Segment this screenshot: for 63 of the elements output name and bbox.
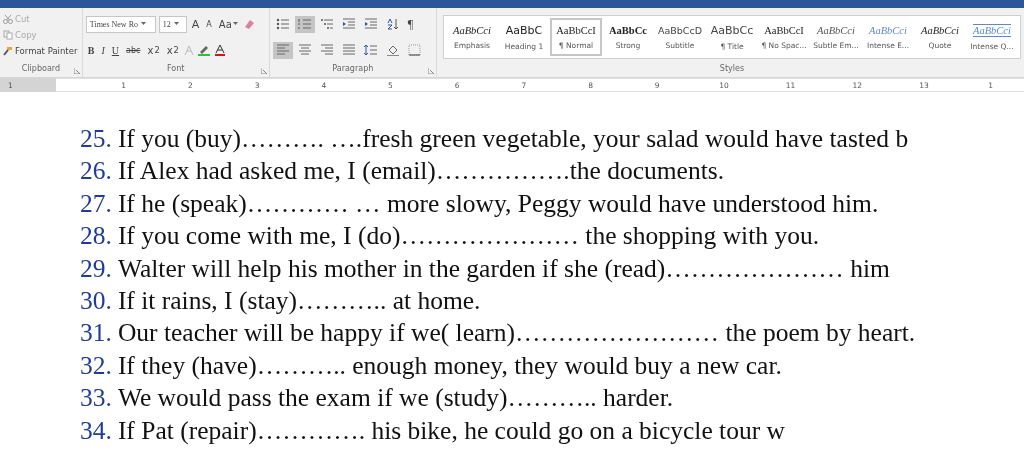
item-number: 27. bbox=[80, 187, 112, 220]
exercise-sentence: If he (speak)………… … more slowy, Peggy would have understood him. bbox=[117, 187, 879, 220]
bullets-icon bbox=[275, 18, 290, 30]
exercise-sentence: If you (buy)………. ….fresh green vegetable, your salad would have tasted b bbox=[117, 123, 909, 155]
item-number: 28. bbox=[80, 220, 112, 253]
exercise-sentence: We would pass the exam if we (study)……….. harder. bbox=[117, 382, 674, 415]
exercise-sentence: If they (have)……….. enough money, they would buy a new car. bbox=[117, 349, 782, 382]
align-center-icon bbox=[297, 44, 312, 56]
line-spacing-icon bbox=[363, 44, 378, 56]
dialog-launcher-icon bbox=[260, 68, 267, 74]
item-number: 29. bbox=[80, 252, 112, 285]
decrease-indent-icon bbox=[341, 18, 356, 30]
item-number: 25. bbox=[80, 123, 112, 155]
item-number: 30. bbox=[80, 285, 112, 318]
exercise-sentence: Our teacher will be happy if we( learn)…………………… the poem by heart. bbox=[117, 317, 916, 350]
italic-button[interactable]: I bbox=[99, 42, 107, 58]
bold-button[interactable]: B bbox=[85, 42, 97, 58]
dialog-launcher-icon bbox=[428, 68, 434, 74]
justify-icon bbox=[341, 44, 356, 56]
sort-icon bbox=[385, 18, 400, 30]
show-formatting-button[interactable]: ¶ bbox=[404, 15, 417, 33]
group-label: Styles bbox=[719, 63, 745, 75]
dialog-launcher-icon bbox=[73, 68, 80, 74]
item-number: 34. bbox=[80, 414, 112, 447]
shrink-font-button[interactable]: A bbox=[204, 16, 214, 32]
exercise-sentence: If you come with me, I (do)………………… the shopping with you. bbox=[117, 220, 820, 253]
align-left-button[interactable] bbox=[272, 41, 293, 59]
strikethrough-button[interactable]: abc bbox=[124, 42, 143, 58]
exercise-sentence: If it rains, I (stay)……….. at home. bbox=[117, 285, 481, 318]
copy-icon bbox=[3, 30, 13, 40]
underline-button[interactable]: U bbox=[109, 42, 122, 58]
item-number: 31. bbox=[80, 317, 112, 350]
highlight-icon bbox=[196, 44, 211, 56]
numbering-button[interactable] bbox=[294, 15, 315, 33]
align-right-icon bbox=[319, 44, 334, 56]
increase-indent-icon bbox=[363, 18, 378, 30]
scissors-icon bbox=[3, 14, 13, 24]
numbering-icon bbox=[297, 18, 312, 30]
paint-bucket-icon bbox=[385, 44, 400, 56]
group-label: Clipboard bbox=[21, 63, 60, 75]
align-left-icon bbox=[275, 44, 290, 56]
font-size-dropdown[interactable]: 12 bbox=[158, 15, 187, 33]
exercise-sentence: If Pat (repair)…………. his bike, he could go on a bicycle tour w bbox=[117, 414, 785, 447]
grow-font-button[interactable]: A bbox=[189, 16, 202, 32]
multilevel-list-icon bbox=[319, 18, 334, 30]
group-label: Font bbox=[167, 63, 185, 75]
item-number: 26. bbox=[80, 155, 112, 188]
font-name-dropdown[interactable]: Times New Ro bbox=[85, 15, 156, 33]
dropdown-caret-icon bbox=[232, 22, 238, 26]
font-color-icon bbox=[213, 44, 226, 56]
exercise-sentence: Walter will help his mother in the garden if she (read)………………… him bbox=[117, 252, 890, 285]
borders-icon bbox=[407, 44, 422, 56]
group-label: Paragraph bbox=[332, 63, 374, 75]
clear-formatting-icon bbox=[242, 18, 255, 30]
change-case-button[interactable]: Aa bbox=[216, 16, 240, 32]
exercise-sentence: If Alex had asked me, I (email)…………….the documents. bbox=[117, 155, 725, 188]
item-number: 32. bbox=[80, 349, 112, 382]
item-number: 33. bbox=[80, 382, 112, 415]
dropdown-caret-icon bbox=[140, 22, 146, 26]
dropdown-caret-icon bbox=[173, 22, 179, 26]
text-effects-icon bbox=[183, 44, 194, 56]
format-painter-button[interactable]: Format Painter bbox=[3, 43, 79, 59]
paintbrush-icon bbox=[3, 46, 13, 56]
